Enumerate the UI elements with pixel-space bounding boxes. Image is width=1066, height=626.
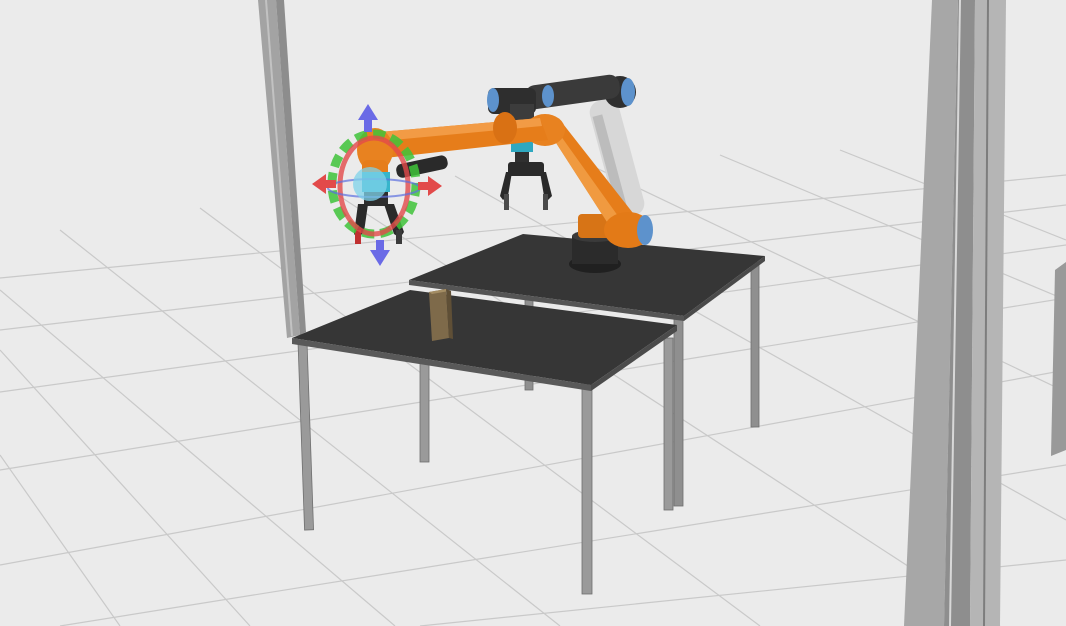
right-pillar [904, 0, 1006, 626]
planned-gripper [500, 162, 552, 210]
left-pillar [258, 0, 306, 338]
marker-sphere[interactable] [353, 167, 387, 201]
move-x-right-arrow[interactable] [418, 176, 442, 196]
move-z-down-arrow[interactable] [370, 240, 390, 266]
wooden-block[interactable] [429, 289, 453, 341]
rviz-3d-viewport[interactable] [0, 0, 1066, 626]
move-z-up-arrow[interactable] [358, 104, 378, 132]
far-right-pillar [1051, 262, 1066, 456]
